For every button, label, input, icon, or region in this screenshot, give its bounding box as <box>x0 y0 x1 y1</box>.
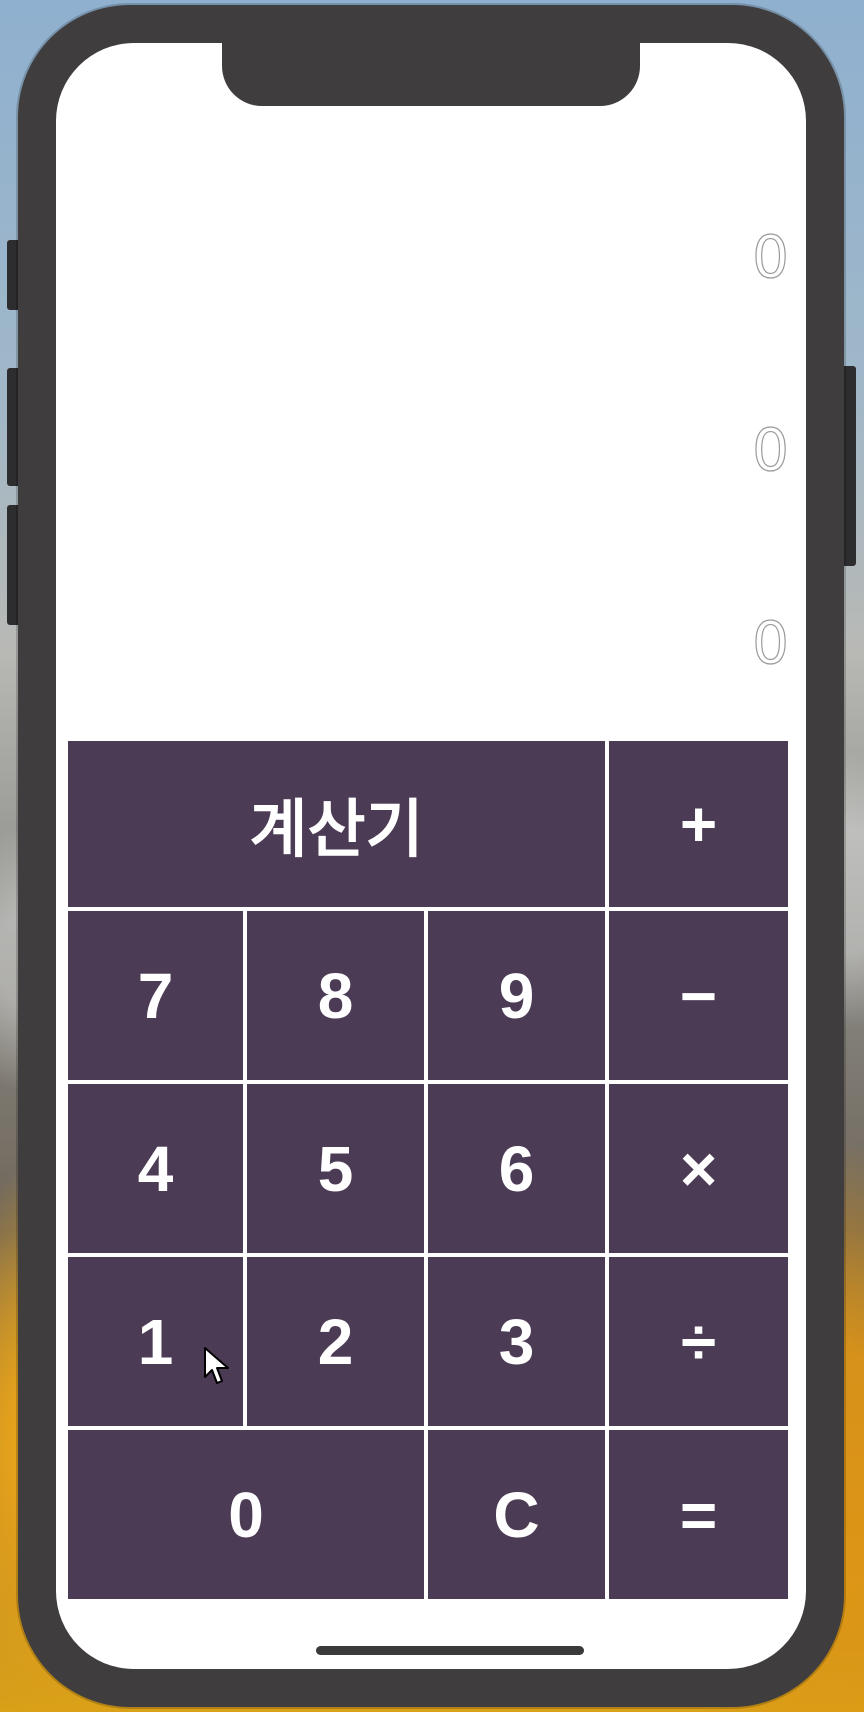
mouse-pointer-icon <box>204 1347 229 1384</box>
calculator-display: 0 0 0 <box>56 43 806 733</box>
digit-0-button[interactable]: 0 <box>68 1430 424 1599</box>
digit-6-button[interactable]: 6 <box>428 1084 605 1253</box>
side-button <box>842 366 856 566</box>
clear-button[interactable]: C <box>428 1430 605 1599</box>
display-line-2: 0 <box>751 416 789 484</box>
digit-5-button[interactable]: 5 <box>247 1084 424 1253</box>
minus-button[interactable]: − <box>609 911 788 1080</box>
display-line-3: 0 <box>751 609 789 677</box>
digit-2-button[interactable]: 2 <box>247 1257 424 1426</box>
display-line-1: 0 <box>751 223 789 291</box>
calculator-title-button[interactable]: 계산기 <box>68 741 605 907</box>
digit-7-button[interactable]: 7 <box>68 911 243 1080</box>
plus-button[interactable]: + <box>609 741 788 907</box>
digit-4-button[interactable]: 4 <box>68 1084 243 1253</box>
iphone-frame: 0 0 0 계산기 + 7 8 9 − 4 5 6 × 1 2 3 ÷ 0 C … <box>18 5 844 1707</box>
divide-button[interactable]: ÷ <box>609 1257 788 1426</box>
digit-1-button[interactable]: 1 <box>68 1257 243 1426</box>
equals-button[interactable]: = <box>609 1430 788 1599</box>
digit-3-button[interactable]: 3 <box>428 1257 605 1426</box>
phone-screen: 0 0 0 계산기 + 7 8 9 − 4 5 6 × 1 2 3 ÷ 0 C … <box>56 43 806 1669</box>
digit-8-button[interactable]: 8 <box>247 911 424 1080</box>
digit-9-button[interactable]: 9 <box>428 911 605 1080</box>
multiply-button[interactable]: × <box>609 1084 788 1253</box>
calculator-keypad: 계산기 + 7 8 9 − 4 5 6 × 1 2 3 ÷ 0 C = <box>68 741 788 1599</box>
home-indicator[interactable] <box>316 1646 584 1655</box>
